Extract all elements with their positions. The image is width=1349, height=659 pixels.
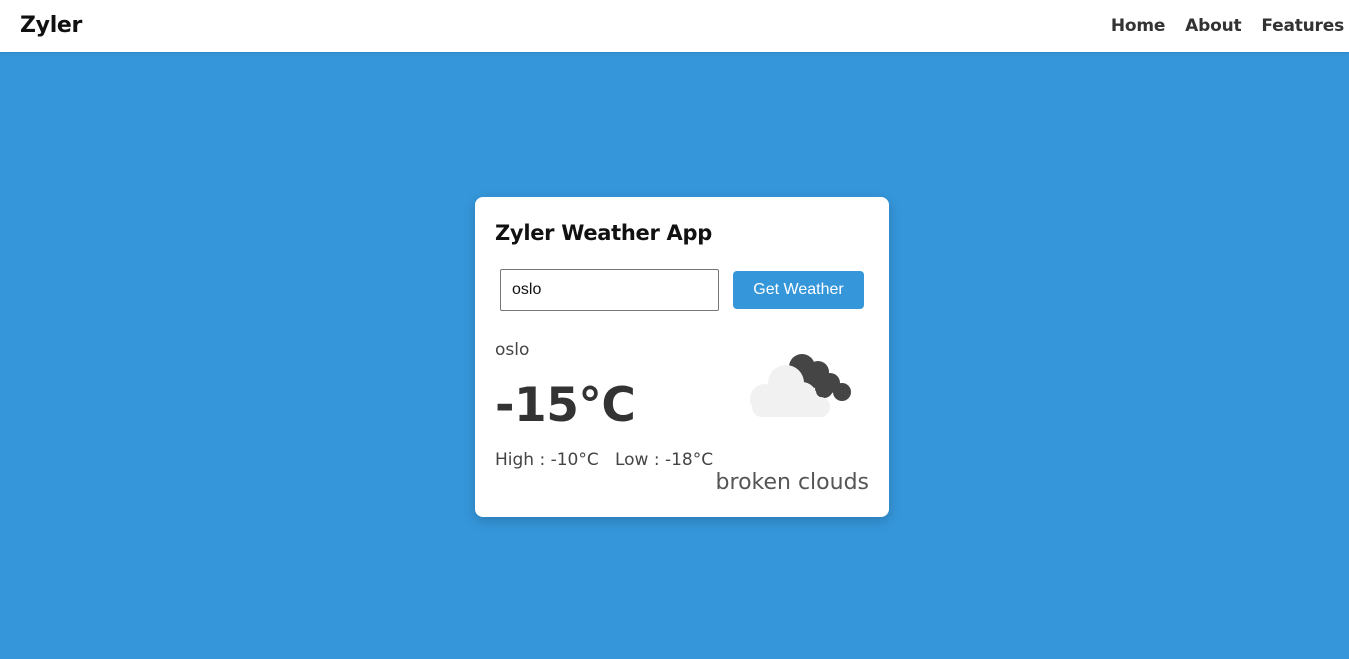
city-search-input[interactable] <box>500 269 719 311</box>
card-title: Zyler Weather App <box>495 221 712 245</box>
city-name: oslo <box>495 340 530 360</box>
high-low-temperature: High : -10°C Low : -18°C <box>495 450 714 470</box>
broken-clouds-icon <box>750 354 851 417</box>
navbar: Zyler Home About Features <box>0 0 1349 52</box>
weather-description: broken clouds <box>715 470 869 495</box>
nav-link-features[interactable]: Features <box>1261 16 1344 36</box>
nav-link-home[interactable]: Home <box>1111 16 1166 36</box>
get-weather-button[interactable]: Get Weather <box>733 271 864 309</box>
weather-card: Zyler Weather App Get Weather oslo -15°C… <box>475 197 889 517</box>
nav-link-about[interactable]: About <box>1185 16 1241 36</box>
temperature-value: -15°C <box>495 378 636 433</box>
brand-logo[interactable]: Zyler <box>20 13 82 38</box>
nav-links: Home About Features <box>1111 16 1344 36</box>
